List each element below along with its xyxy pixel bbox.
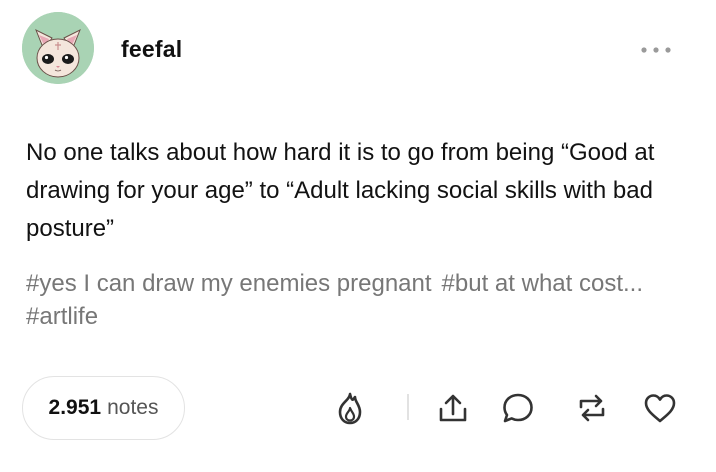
reply-bubble-icon [503,393,533,423]
tag-link[interactable]: #artlife [26,303,98,330]
notes-label: notes [107,396,159,419]
blaze-button[interactable] [330,388,370,428]
more-dots-icon [641,47,671,53]
post-tags: #yes I can draw my enemies pregnant #but … [26,267,691,333]
share-icon [439,394,467,422]
reblog-button[interactable] [572,388,612,428]
notes-count: 2.951 [48,396,102,419]
action-divider [407,394,409,420]
notes-button[interactable]: 2.951 notes [22,376,185,440]
more-options-button[interactable] [636,40,680,60]
reply-button[interactable] [498,388,538,428]
cat-avatar-icon [22,12,94,84]
blaze-flame-icon [338,392,362,425]
avatar[interactable] [22,12,94,84]
heart-icon [644,394,676,423]
like-button[interactable] [640,388,680,428]
tag-link[interactable]: #yes I can draw my enemies pregnant [26,270,432,297]
post-author-username[interactable]: feefal [121,36,182,63]
share-button[interactable] [433,388,473,428]
reblog-icon [579,394,605,422]
post-body-text: No one talks about how hard it is to go … [26,139,655,242]
tag-link[interactable]: #but at what cost... [442,270,643,297]
